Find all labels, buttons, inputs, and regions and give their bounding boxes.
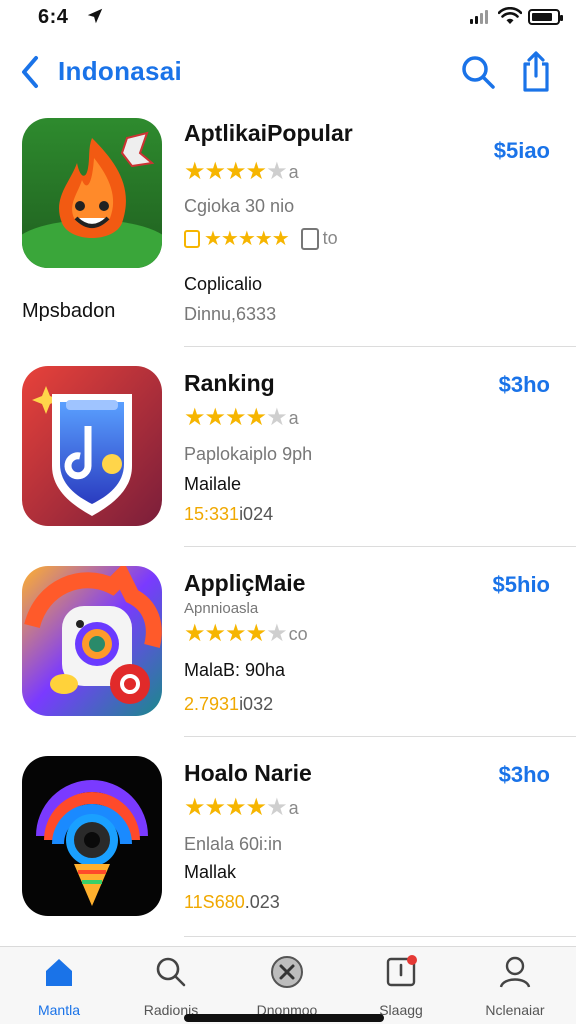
app-name[interactable]: AptlikaiPopular — [184, 120, 353, 147]
star-rating: ★★★★ ★ co — [184, 622, 308, 646]
share-icon[interactable] — [516, 50, 556, 94]
page-title: Indonasai — [58, 56, 183, 86]
rating-count: a — [288, 407, 299, 428]
app-meta-rest: .023 — [244, 892, 280, 912]
app-list-item[interactable]: Ranking $3ho ★★★★ ★ a Paplokaiplo 9ph Mai… — [0, 366, 576, 548]
tab-search[interactable]: Radionis — [116, 955, 226, 1018]
badge-icon — [184, 229, 200, 248]
app-subtitle: Paplokaiplo 9ph — [184, 444, 313, 464]
tab-bar: Mantla Radionis Dnonmoo Slaagg Nclenaiar — [0, 946, 576, 1024]
app-category: Coplicalio — [184, 274, 263, 294]
home-indicator — [184, 1014, 384, 1022]
fire-mascot-icon — [22, 118, 162, 268]
star-empty-icon: ★ — [266, 794, 287, 821]
star-rating: ★★★★ ★ a — [184, 160, 299, 184]
row-divider — [184, 346, 576, 347]
star-empty-icon: ★ — [266, 620, 287, 647]
side-label: Mpsbadon — [22, 300, 116, 322]
rating-count: co — [288, 623, 308, 644]
app-name[interactable]: AppliçMaie — [184, 570, 305, 597]
rainbow-cone-icon — [22, 756, 162, 916]
app-meta-highlight: 2.7931 — [184, 694, 240, 714]
star-rating: ★★★★ ★ a — [184, 796, 299, 820]
rating-badge-text: to — [322, 228, 338, 248]
app-price-button[interactable]: $5hio — [493, 572, 550, 598]
star-empty-icon: ★ — [266, 404, 287, 431]
app-developer: Apnnioasla — [184, 600, 259, 617]
row-divider — [184, 736, 576, 737]
tab-clear[interactable]: Dnonmoo — [232, 955, 342, 1018]
search-icon — [156, 957, 186, 987]
app-subtitle: Enlala 60i:in — [184, 834, 283, 854]
app-price-button[interactable]: $3ho — [499, 372, 550, 398]
app-subtitle: MalaB: 90ha — [184, 660, 286, 680]
app-price-button[interactable]: $5iao — [494, 138, 550, 164]
cellular-signal-icon — [470, 10, 488, 24]
status-bar: 6:4 — [0, 0, 576, 34]
info-box-icon — [300, 227, 319, 250]
tab-label: Mantla — [37, 1002, 81, 1018]
star-icon: ★★★★ — [184, 158, 267, 185]
app-meta: 15:331i024 — [184, 504, 273, 525]
app-meta-rest: i024 — [239, 504, 274, 524]
search-icon[interactable] — [458, 52, 498, 92]
app-list-item[interactable]: AppliçMaie $5hio Apnnioasla ★★★★ ★ co Mal… — [0, 566, 576, 738]
app-list-item[interactable]: Hoalo Narie $3ho ★★★★ ★ a Enlala 60i:in M… — [0, 756, 576, 938]
app-meta-highlight: 11S680 — [184, 892, 245, 912]
camera-character-icon — [22, 566, 162, 716]
star-rating: ★★★★ ★ a — [184, 406, 299, 430]
music-shield-icon — [22, 366, 162, 526]
tab-home[interactable]: Mantla — [4, 955, 114, 1018]
navigation-bar: Indonasai — [0, 44, 576, 100]
app-store-list-screen: 6:4 Indonasai AptlikaiPopular $5iao ★★★★… — [0, 0, 576, 1024]
back-chevron-icon[interactable] — [14, 52, 48, 92]
star-empty-icon: ★ — [266, 158, 287, 185]
battery-icon — [528, 9, 563, 25]
rating-count: a — [288, 161, 299, 182]
editor-rating-row: ★★★★★ to — [184, 226, 338, 251]
star-icon: ★★★★★ — [204, 228, 290, 250]
app-meta: 11S680.023 — [184, 892, 280, 913]
app-subtitle: Cgioka 30 nio — [184, 196, 295, 216]
close-circle-icon — [271, 956, 303, 988]
home-icon — [46, 959, 72, 986]
app-category: Mallak — [184, 862, 237, 882]
star-icon: ★★★★ — [184, 620, 267, 647]
updates-icon — [386, 955, 417, 987]
profile-icon — [499, 956, 531, 988]
rating-count: a — [288, 797, 299, 818]
star-icon: ★★★★ — [184, 794, 267, 821]
app-category: Mailale — [184, 474, 242, 494]
app-price-button[interactable]: $3ho — [499, 762, 550, 788]
row-divider — [184, 936, 576, 937]
tab-label: Nclenaiar — [485, 1002, 545, 1018]
star-icon: ★★★★ — [184, 404, 267, 431]
status-time: 6:4 — [38, 6, 69, 28]
tab-updates[interactable]: Slaagg — [346, 955, 456, 1018]
app-meta: 2.7931i032 — [184, 694, 273, 715]
app-name[interactable]: Ranking — [184, 370, 275, 397]
app-meta: Dinnu,6333 — [184, 304, 277, 324]
tab-profile[interactable]: Nclenaiar — [460, 955, 570, 1018]
app-meta-rest: i032 — [239, 694, 274, 714]
wifi-icon — [498, 7, 522, 24]
app-name[interactable]: Hoalo Narie — [184, 760, 312, 787]
location-arrow-icon — [87, 8, 103, 24]
row-divider — [184, 546, 576, 547]
app-meta-highlight: 15:331 — [184, 504, 240, 524]
